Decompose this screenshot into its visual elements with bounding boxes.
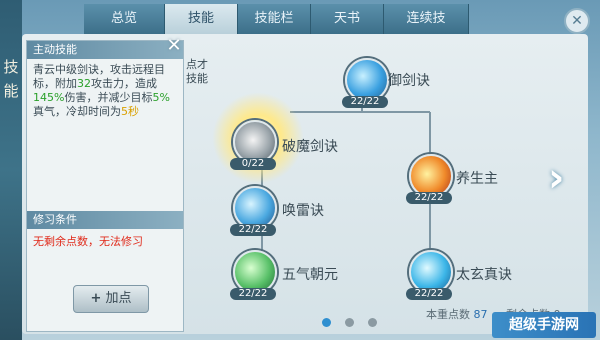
skill-name: 破魔剑诀 bbox=[282, 139, 338, 155]
skill-level: 22/22 bbox=[342, 96, 388, 108]
hint-text: 点才 技能 bbox=[186, 58, 208, 85]
desc-text: 伤害，并减少目标 bbox=[64, 91, 153, 104]
skill-name: 五气朝元 bbox=[282, 267, 338, 283]
next-page-arrow-icon[interactable]: › bbox=[548, 158, 574, 198]
desc-text: 攻击力，造成 bbox=[91, 77, 157, 90]
page-dot[interactable] bbox=[368, 318, 377, 327]
desc-reduce-value: 5% bbox=[152, 91, 170, 104]
desc-damage-value: 145% bbox=[33, 91, 65, 104]
points-footer: 本重点数 87 bbox=[426, 306, 488, 322]
plus-icon: + bbox=[90, 291, 102, 306]
desc-text: 真气，冷却时间为 bbox=[33, 105, 121, 118]
page-dot[interactable] bbox=[345, 318, 354, 327]
skill-level: 0/22 bbox=[230, 158, 276, 170]
skill-node-nurture-life[interactable]: 22/22 bbox=[404, 154, 454, 204]
skill-level: 22/22 bbox=[230, 224, 276, 236]
skill-node-sword[interactable]: 22/22 bbox=[340, 58, 390, 108]
skill-node-taixuan[interactable]: 22/22 bbox=[404, 250, 454, 300]
page-dot-active[interactable] bbox=[322, 318, 331, 327]
desc-attack-value: 32 bbox=[77, 77, 91, 90]
site-watermark: 超级手游网 bbox=[492, 312, 596, 338]
skill-node-thunder[interactable]: 22/22 bbox=[228, 186, 278, 236]
points-value: 87 bbox=[473, 308, 488, 321]
skill-name: 养生主 bbox=[456, 171, 498, 187]
skill-node-five-qi[interactable]: 22/22 bbox=[228, 250, 278, 300]
condition-text: 无剩余点数，无法修习 bbox=[33, 235, 143, 248]
skill-level: 22/22 bbox=[230, 288, 276, 300]
skill-name: 太玄真诀 bbox=[456, 267, 512, 283]
add-point-button[interactable]: + 加点 bbox=[73, 285, 149, 313]
skill-name: 唤雷诀 bbox=[282, 203, 324, 219]
skill-name: 御剑诀 bbox=[388, 73, 430, 89]
skill-level: 22/22 bbox=[406, 288, 452, 300]
close-info-icon[interactable]: ✕ bbox=[164, 36, 184, 56]
points-label: 本重点数 bbox=[426, 308, 470, 321]
skill-level: 22/22 bbox=[406, 192, 452, 204]
page-indicator bbox=[322, 312, 391, 327]
skill-description: 青云中级剑诀，攻击远程目标，附加32攻击力，造成145%伤害，并减少目标5%真气… bbox=[27, 59, 183, 213]
skill-node-break-demon[interactable]: 0/22 bbox=[228, 120, 278, 170]
skill-info-panel: 主动技能 青云中级剑诀，攻击远程目标，附加32攻击力，造成145%伤害，并减少目… bbox=[26, 40, 184, 332]
add-point-label: 加点 bbox=[105, 291, 132, 306]
skill-type-header: 主动技能 bbox=[27, 41, 183, 59]
desc-cooldown-value: 5秒 bbox=[121, 105, 139, 118]
condition-header: 修习条件 bbox=[27, 211, 183, 229]
